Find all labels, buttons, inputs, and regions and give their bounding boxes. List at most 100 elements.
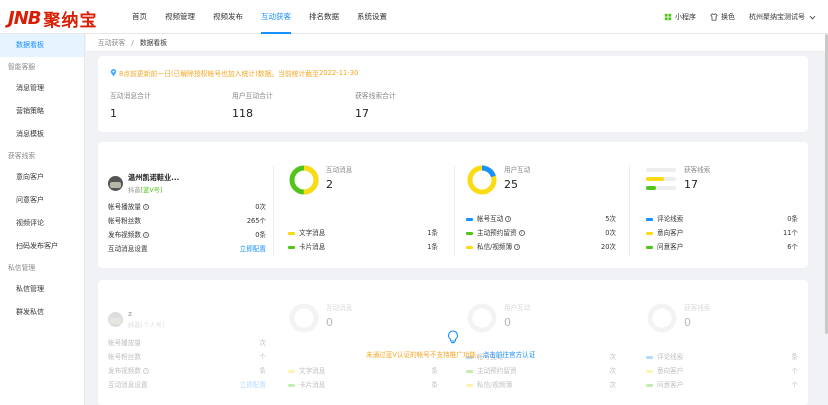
breadcrumb-current: 数据看板 [139,39,168,47]
metric-value: 25 [504,178,518,191]
account-card: 温州凯诺鞋业... 抖音[蓝V号] 帐号播放量 i 0次 帐号粉丝数 265个 发布视… [98,142,808,268]
nav-ranking[interactable]: 排名数据 [309,0,339,34]
sidebar-item-bulk-dm[interactable]: 群发私信 [0,301,84,324]
mini-program-button[interactable]: 小程序 [664,12,696,22]
row-value: 条 [431,381,438,389]
sidebar-item-dm-manage[interactable]: 私信管理 [0,278,84,301]
legend-swatch [466,383,473,387]
row-value: 条 [431,367,438,375]
legend-swatch [646,369,653,373]
nav-video-manage[interactable]: 视频管理 [165,0,195,34]
row-value: 1条 [427,229,438,237]
row-value: 11个 [783,229,798,237]
sidebar: 数据看板 智能客服 消息管理 营销策略 消息模板 获客线索 意向客户 问意客户 … [0,34,85,405]
row-label: 文字消息 [299,367,326,375]
stat-label: 用户互动合计 [232,92,273,100]
metric-value: 2 [326,178,333,191]
metric-label: 互动消息 [326,304,353,312]
go-certify-link[interactable]: 点击前往官方认证 [483,351,536,359]
sidebar-item-inquiry-customers[interactable]: 问意客户 [0,189,84,212]
account-info: 温州凯诺鞋业... 抖音[蓝V号] 帐号播放量 i 0次 帐号粉丝数 265个 发布视… [108,172,266,256]
info-icon[interactable]: i [505,216,512,222]
nav-home[interactable]: 首页 [132,0,147,34]
row-value: 1条 [427,243,438,251]
sidebar-item-intent-customers[interactable]: 意向客户 [0,166,84,189]
configure-now-link[interactable]: 立即配置 [240,242,266,256]
info-icon[interactable]: i [514,244,521,250]
sidebar-item-dashboard[interactable]: 数据看板 [0,34,84,57]
row-value: 6个 [787,243,798,251]
legend-swatch [288,245,295,249]
nav-settings[interactable]: 系统设置 [357,0,387,34]
legend-swatch [466,231,473,235]
legend-swatch [646,355,653,359]
row-value: 0次 [605,229,616,237]
divider [273,166,274,256]
avatar [108,311,123,327]
main-nav: 首页 视频管理 视频发布 互动获客 排名数据 系统设置 [132,0,405,34]
logo-text: 聚纳宝 [43,11,98,31]
stat-total-leads: 获客线索合计 17 [355,90,396,120]
certification-notice: 未通过蓝V认证的帐号不支持推广功能，点击前往官方认证 [366,349,535,359]
row-label: 意向客户 [657,229,684,237]
row-value: 个 [259,353,266,361]
account-name[interactable]: 温州凯诺鞋业... [128,173,179,183]
info-icon: i [142,368,149,374]
stat-value: 1 [110,107,117,120]
sidebar-group-title: 私信管理 [8,264,36,272]
breadcrumb: 互动获客 / 数据看板 [86,34,828,52]
metric-label: 用户互动 [504,304,531,312]
sidebar-item-message-manage[interactable]: 消息管理 [0,77,84,100]
logo[interactable]: JNB 聚纳宝 [8,6,97,31]
skin-button[interactable]: 换色 [710,12,735,22]
info-icon[interactable]: i [142,204,149,210]
row-label: 文字消息 [299,229,326,237]
notice-text: 8点前更新前一日(已解除授权帐号也加入统计)数据。当前统计截至 [119,70,319,78]
legend-swatch [288,231,295,235]
metric-rows: 评论线索 0条 意向客户 11个 问意客户 6个 [646,212,798,254]
info-icon[interactable]: i [142,232,149,238]
row-value: 5次 [605,215,616,223]
metric-value: 0 [326,316,333,329]
donut-chart [289,303,319,333]
avatar [108,175,123,191]
donut-chart [467,165,497,195]
row-value: 265个 [246,217,266,225]
row-value: 0条 [255,231,266,239]
sidebar-item-scan-publish-customers[interactable]: 扫码发布客户 [0,235,84,258]
breadcrumb-separator: / [131,39,134,47]
metric-value: 0 [504,316,511,329]
legend-swatch [646,231,653,235]
row-value: 次 [609,353,616,361]
account-menu[interactable]: 杭州聚纳宝测试号 [749,12,816,22]
nav-video-publish[interactable]: 视频发布 [213,0,243,34]
nav-interaction[interactable]: 互动获客 [261,0,291,34]
stat-value: 118 [232,107,253,120]
notice-message: 未通过蓝V认证的帐号不支持推广功能， [366,351,483,359]
sidebar-item-video-comments[interactable]: 视频评论 [0,212,84,235]
row-value: 次 [609,367,616,375]
row-label: 帐号播放量 [108,203,141,211]
mini-program-label: 小程序 [675,13,696,21]
row-value: 次 [609,381,616,389]
breadcrumb-parent[interactable]: 互动获客 [98,39,125,47]
account-platform: 抖音 [128,186,141,194]
row-label: 帐号互动 [477,215,504,223]
row-label: 发布视频数 [108,231,141,239]
row-label: 帐号粉丝数 [108,217,141,225]
metric-label: 用户互动 [504,166,531,174]
sidebar-item-message-template[interactable]: 消息模板 [0,123,84,146]
row-value: 20次 [601,243,616,251]
row-label: 卡片消息 [299,243,326,251]
info-icon[interactable]: i [518,230,525,236]
row-label: 主动预约留资 [477,229,517,237]
legend-swatch [646,217,653,221]
metric-rows: 评论线索条 意向客户个 问意客户个 [646,350,798,392]
metric-value: 17 [684,178,698,191]
row-value: 0次 [255,203,266,211]
row-label: 私信/视频簿 [477,243,513,251]
shirt-icon [710,13,718,21]
metric-rows: 文字消息条 卡片消息条 [288,364,438,392]
metric-label: 获客线索 [684,304,711,312]
sidebar-item-marketing-strategy[interactable]: 营销策略 [0,100,84,123]
